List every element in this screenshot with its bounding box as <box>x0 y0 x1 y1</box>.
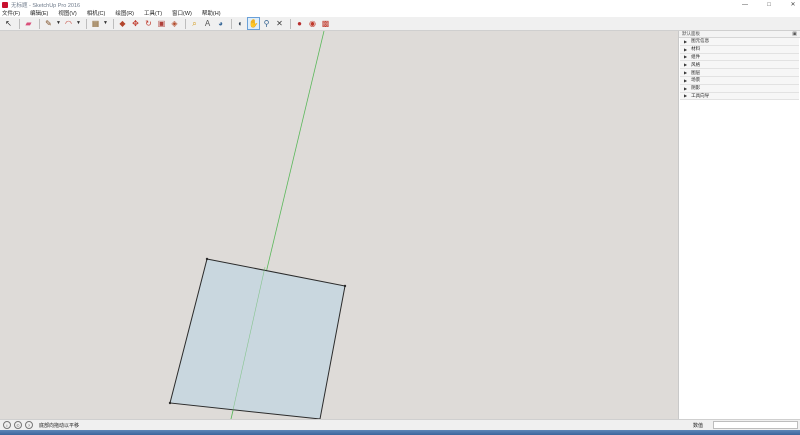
menu-tools[interactable]: 工具(T) <box>144 9 162 17</box>
model-canvas[interactable] <box>0 31 678 419</box>
paint-bucket-tool-icon[interactable]: ◕ <box>215 18 226 29</box>
panel-scenes[interactable]: ▶ 场景 <box>680 76 799 85</box>
toolbar-separator <box>185 18 186 29</box>
panel-label: 材料 <box>691 46 701 52</box>
eraser-tool-icon[interactable]: ▰ <box>23 18 34 29</box>
maximize-button[interactable]: □ <box>764 2 774 8</box>
pushpull-tool-icon[interactable]: ◆ <box>117 18 128 29</box>
extension-warehouse-tool-icon[interactable]: ▩ <box>320 18 331 29</box>
pin-icon[interactable]: ▣ <box>792 31 797 37</box>
panel-label: 图元信息 <box>691 38 710 44</box>
minimize-button[interactable]: — <box>740 2 750 8</box>
dropdown-arrow-icon[interactable]: ▼ <box>56 18 61 29</box>
window-controls: — □ ✕ <box>740 0 798 9</box>
menu-edit[interactable]: 编辑(E) <box>30 9 48 17</box>
panel-label: 组件 <box>691 53 701 59</box>
title-bar: 无标题 - SketchUp Pro 2016 — □ ✕ <box>0 0 800 9</box>
window-title: 无标题 - SketchUp Pro 2016 <box>11 2 81 9</box>
menu-view[interactable]: 视图(V) <box>58 9 76 17</box>
expand-arrow-icon: ▶ <box>684 93 688 99</box>
panel-materials[interactable]: ▶ 材料 <box>680 45 799 54</box>
menu-bar: 文件(F) 编辑(E) 视图(V) 相机(C) 绘图(R) 工具(T) 窗口(W… <box>0 9 800 17</box>
toolbar-separator <box>113 18 114 29</box>
windows-taskbar <box>0 430 800 435</box>
expand-arrow-icon: ▶ <box>684 54 688 60</box>
tape-measure-tool-icon[interactable]: ⌕ <box>189 18 200 29</box>
panel-components[interactable]: ▶ 组件 <box>680 53 799 62</box>
toolbar-separator <box>231 18 232 29</box>
expand-arrow-icon: ▶ <box>684 77 688 83</box>
line-tool-icon[interactable]: ✎ <box>43 18 54 29</box>
panel-instructor[interactable]: ▶ 工具向导 <box>680 92 799 101</box>
geo-location-icon[interactable]: i <box>3 421 11 429</box>
menu-file[interactable]: 文件(F) <box>2 9 20 17</box>
measurements-label: 数值 <box>693 423 704 429</box>
pan-tool-icon[interactable]: ✋ <box>247 17 260 30</box>
scale-tool-icon[interactable]: ▣ <box>156 18 167 29</box>
orbit-tool-icon[interactable]: ◐ <box>235 18 246 29</box>
panel-styles[interactable]: ▶ 风格 <box>680 61 799 70</box>
expand-arrow-icon: ▶ <box>684 46 688 52</box>
panel-shadows[interactable]: ▶ 阴影 <box>680 84 799 93</box>
zoom-tool-icon[interactable]: ⚲ <box>261 18 272 29</box>
toolbar-separator <box>86 18 87 29</box>
panel-label: 风格 <box>691 61 701 67</box>
tray-header: 默认面板 ▣ <box>679 31 800 38</box>
toolbar-separator <box>19 18 20 29</box>
sketchup-logo-icon <box>2 1 8 8</box>
credits-icon[interactable]: © <box>14 421 22 429</box>
panel-layers[interactable]: ▶ 图层 <box>680 69 799 77</box>
text-tool-icon[interactable]: A <box>202 18 213 29</box>
expand-arrow-icon: ▶ <box>684 85 688 91</box>
rectangle-face[interactable] <box>169 258 346 419</box>
toolbar-separator <box>39 18 40 29</box>
panel-label: 阴影 <box>691 85 701 91</box>
close-button[interactable]: ✕ <box>788 1 798 8</box>
default-tray: 默认面板 ▣ ▶ 图元信息 ▶ 材料 ▶ 组件 ▶ 风格 ▶ 图层 ▶ 场景 ▶ 阴影 ▶ 工具… <box>678 31 800 419</box>
vertex-point[interactable] <box>168 401 172 405</box>
arc-tool-icon[interactable]: ◠ <box>63 18 74 29</box>
panel-label: 工具向导 <box>691 92 710 98</box>
expand-arrow-icon: ▶ <box>684 70 688 76</box>
vertex-point[interactable] <box>205 257 209 261</box>
zoom-extents-tool-icon[interactable]: ✕ <box>274 18 285 29</box>
menu-window[interactable]: 窗口(W) <box>172 9 192 17</box>
expand-arrow-icon: ▶ <box>684 38 688 44</box>
menu-help[interactable]: 帮助(H) <box>202 9 221 17</box>
offset-tool-icon[interactable]: ◈ <box>169 18 180 29</box>
vertex-point[interactable] <box>343 284 347 288</box>
menu-draw[interactable]: 绘图(R) <box>115 9 134 17</box>
panel-entity-info[interactable]: ▶ 图元信息 <box>680 38 799 46</box>
tray-title: 默认面板 <box>682 31 700 36</box>
warehouse-tool-icon[interactable]: ● <box>294 18 305 29</box>
share-model-tool-icon[interactable]: ◉ <box>307 18 318 29</box>
panel-label: 场景 <box>691 77 701 83</box>
main-toolbar: ↖ ▰ ✎ ▼ ◠ ▼ ▦ ▼ ◆ ✥ ↻ ▣ ◈ ⌕ A ◕ ◐ ✋ ⚲ ✕ … <box>0 17 800 31</box>
move-tool-icon[interactable]: ✥ <box>130 18 141 29</box>
select-tool-icon[interactable]: ↖ <box>3 18 14 29</box>
status-hint: 底部向拖动以平移 <box>39 422 80 429</box>
expand-arrow-icon: ▶ <box>684 62 688 68</box>
menu-camera[interactable]: 相机(C) <box>87 9 106 17</box>
drawing-viewport[interactable] <box>0 31 678 419</box>
toolbar-separator <box>290 18 291 29</box>
shape-tool-icon[interactable]: ▦ <box>90 18 101 29</box>
dropdown-arrow-icon[interactable]: ▼ <box>103 18 108 29</box>
panel-label: 图层 <box>691 69 701 75</box>
dropdown-arrow-icon[interactable]: ▼ <box>76 18 81 29</box>
status-bar: i © ? 底部向拖动以平移 数值 <box>0 419 800 430</box>
rotate-tool-icon[interactable]: ↻ <box>143 18 154 29</box>
help-question-icon[interactable]: ? <box>25 421 33 429</box>
measurements-input[interactable] <box>713 421 798 429</box>
